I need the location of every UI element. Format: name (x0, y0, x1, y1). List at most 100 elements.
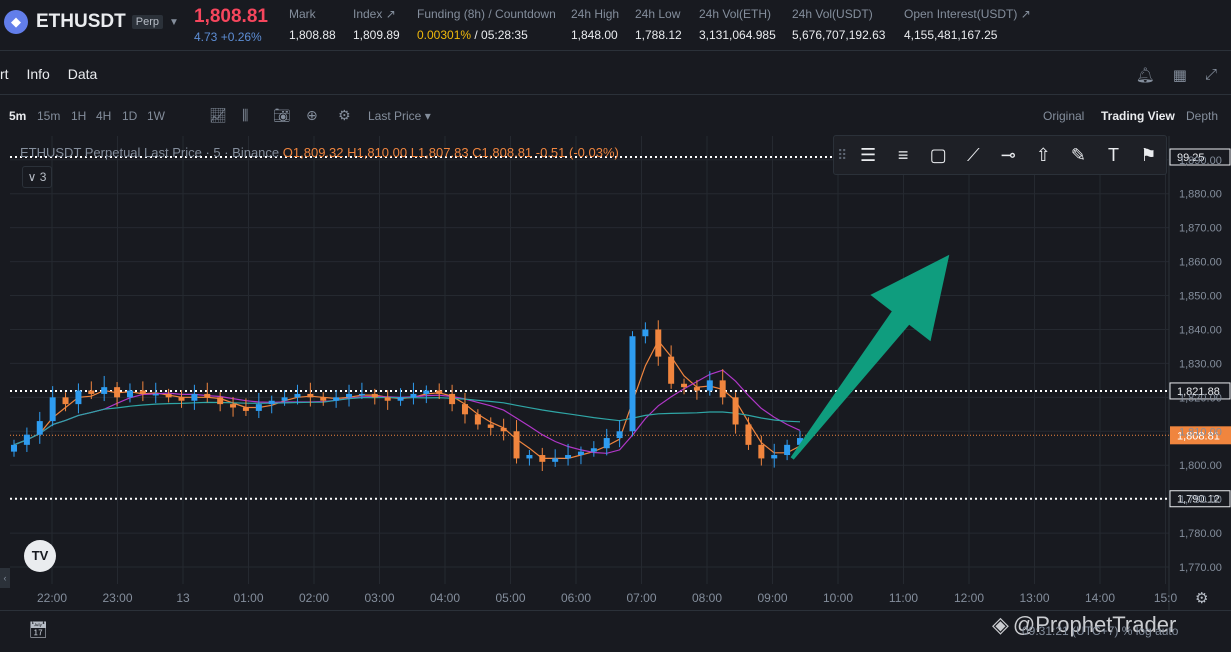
bell-icon[interactable]: 🔔︎ (1136, 66, 1155, 84)
view-depth[interactable]: Depth (1186, 109, 1218, 123)
time-tick-label: 13 (176, 591, 190, 605)
text-icon[interactable]: T (1096, 145, 1131, 166)
price-tick-label: 1,880.00 (1179, 189, 1222, 201)
drawing-toolbar: ⠿ ☰ ≡ ▢ ⟋ ⊸ ⇧ ✎ T ⚑ (833, 135, 1167, 175)
stat-funding: Funding (8h) / Countdown 0.00301% / 05:2… (417, 7, 556, 42)
tradingview-logo[interactable]: TV (24, 540, 56, 572)
candle-body (191, 393, 198, 401)
candle-body (320, 397, 327, 401)
flag-icon[interactable]: ⚑ (1131, 145, 1166, 166)
view-original[interactable]: Original (1043, 109, 1084, 123)
stat-index[interactable]: Index ↗ 1,809.89 (353, 7, 400, 42)
candle-body (461, 404, 468, 415)
candle-body (333, 397, 340, 401)
candle-body (281, 397, 288, 401)
rectangle-icon[interactable]: ▢ (921, 145, 956, 166)
arrow-up-icon[interactable]: ⇧ (1026, 145, 1061, 166)
drag-handle-icon[interactable]: ⠿ (834, 147, 851, 164)
gear-icon[interactable]: ⚙ (1195, 589, 1208, 607)
price-type-select[interactable]: Last Price ▾ (368, 109, 431, 123)
candle-type-icon[interactable]: ⫼ (242, 107, 248, 124)
trend-line-icon[interactable]: ⟋ (956, 145, 991, 166)
time-axis[interactable]: 22:00 23:00 13 01:00 02:00 03:00 04:00 05:00 06:… (37, 591, 1178, 605)
symbol-name: ETHUSDT (36, 11, 126, 32)
tab-chart[interactable]: rt (0, 66, 9, 82)
time-tick-label: 05:00 (495, 591, 525, 605)
candle-body (11, 444, 17, 452)
stat-value: 1,788.12 (635, 28, 682, 42)
candle-body (101, 387, 108, 394)
settings-icon[interactable]: ⚙ (338, 107, 351, 124)
interval-1h[interactable]: 1H (71, 109, 86, 123)
stat-24h-low: 24h Low 1,788.12 (635, 7, 682, 42)
candle-body (629, 336, 636, 432)
candle-body (565, 455, 572, 459)
grid-layout-icon[interactable]: ▦ (1173, 66, 1187, 84)
candle-body (668, 356, 675, 384)
candle-body (706, 380, 713, 391)
chevron-down-icon[interactable]: ▼ (169, 17, 179, 28)
price-axis[interactable]: 1,890.00 1,880.00 1,870.00 1,860.00 1,850.00… (1179, 155, 1222, 574)
last-price: 1,808.81 (194, 6, 268, 27)
candle-body (719, 380, 726, 398)
price-tick-label: 1,790.00 (1179, 494, 1222, 506)
stat-label: 24h High (571, 7, 620, 21)
stat-label: Index ↗ (353, 7, 396, 21)
expand-icon[interactable]: ⤢ (1205, 66, 1217, 84)
left-panel-handle[interactable]: ‹ (0, 568, 10, 588)
chart-plot-area[interactable] (10, 136, 1169, 584)
diamond-icon: ◈ (992, 612, 1009, 637)
candle-body (487, 424, 494, 428)
candle-body (552, 458, 559, 462)
interval-15m[interactable]: 15m (37, 109, 60, 123)
interval-1d[interactable]: 1D (122, 109, 137, 123)
stat-value: 5,676,707,192.63 (792, 28, 886, 42)
candle-body (204, 393, 211, 398)
parallel-lines-icon[interactable]: ≡ (886, 145, 921, 166)
funding-rate: 0.00301% (417, 28, 472, 42)
indicator-icon[interactable]: 📈︎ (209, 107, 227, 124)
time-tick-label: 15:0 (1154, 591, 1178, 605)
pen-icon[interactable]: ✎ (1061, 145, 1096, 166)
horizontal-ray-icon[interactable]: ☰ (851, 145, 886, 166)
candle-body (423, 390, 430, 394)
candle-body (242, 407, 249, 411)
candle-body (152, 393, 159, 396)
calendar-range-icon[interactable]: 📅︎ (28, 620, 48, 640)
tab-info[interactable]: Info (26, 66, 49, 82)
candle-body (745, 424, 752, 445)
tab-data[interactable]: Data (68, 66, 98, 82)
view-trading-view[interactable]: Trading View (1101, 109, 1175, 123)
candle-body (307, 393, 314, 398)
interval-4h[interactable]: 4H (96, 109, 111, 123)
contract-badge: Perp (131, 15, 163, 29)
stat-label: Open Interest(USDT) ↗ (904, 7, 1031, 21)
candle-body (371, 393, 378, 398)
add-icon[interactable]: ⊕ (306, 107, 318, 124)
price-change: 4.73 +0.26% (194, 30, 262, 44)
time-tick-label: 06:00 (561, 591, 591, 605)
divider (0, 610, 1231, 611)
candle-body (49, 397, 56, 422)
camera-icon[interactable]: 📷︎ (273, 107, 291, 124)
price-chart[interactable]: 99.251,821.881,790.121,808.81 1,890.001,… (0, 136, 1231, 652)
candle-body (590, 448, 597, 452)
legend-title: ETHUSDT Perpetual Last Price · 5 · Binan… (20, 145, 280, 160)
time-tick-label: 02:00 (299, 591, 329, 605)
price-tick-label: 1,830.00 (1179, 358, 1222, 370)
candle-body (526, 455, 533, 459)
candle-body (255, 404, 262, 411)
stat-open-interest[interactable]: Open Interest(USDT) ↗ 4,155,481,167.25 (904, 7, 1031, 42)
candle-body (397, 397, 404, 401)
time-tick-label: 13:00 (1019, 591, 1049, 605)
indicator-collapse-button[interactable]: ∨ 3 (22, 166, 52, 188)
candle-body (500, 427, 507, 432)
time-tick-label: 07:00 (626, 591, 656, 605)
candle-body (384, 397, 391, 401)
symbol-selector[interactable]: ◆ ETHUSDT Perp ▼ (4, 10, 179, 34)
price-tick-label: 1,870.00 (1179, 223, 1222, 235)
price-line-icon[interactable]: ⊸ (991, 145, 1026, 166)
candle-body (655, 329, 662, 357)
interval-1w[interactable]: 1W (147, 109, 165, 123)
interval-5m[interactable]: 5m (9, 109, 26, 123)
